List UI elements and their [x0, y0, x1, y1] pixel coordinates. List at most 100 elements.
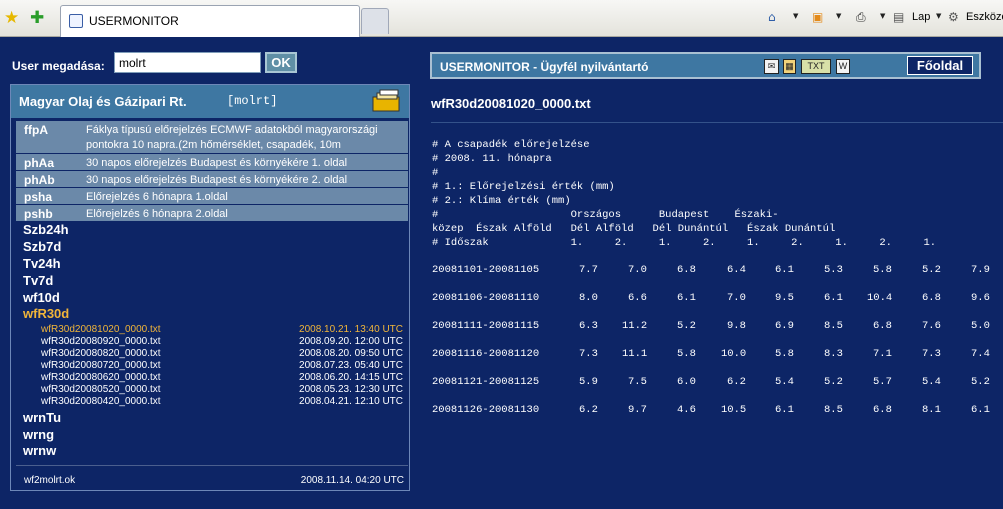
file-row[interactable]: wfR30d20080520_0000.txt 2008.05.23. 12:30…	[41, 384, 403, 396]
chevron-down-icon[interactable]: ▼	[793, 12, 798, 20]
service-item-phAb[interactable]: phAb 30 napos előrejelzés Budapest és kö…	[16, 171, 408, 187]
file-date: 2008.09.20. 12:00 UTC	[299, 336, 403, 347]
file-date: 2008.07.23. 05:40 UTC	[299, 360, 403, 371]
report-line: # 1.: Előrejelzési érték (mm)	[432, 181, 615, 193]
value-cell: 6.8	[873, 404, 892, 416]
file-row[interactable]: wfR30d20080720_0000.txt 2008.07.23. 05:40…	[41, 360, 403, 372]
value-cell: 8.0	[579, 292, 598, 304]
value-cell: 5.4	[922, 376, 941, 388]
file-row[interactable]: wfR30d20080620_0000.txt 2008.06.20. 14:15…	[41, 372, 403, 384]
service-item[interactable]: wrnw	[23, 443, 56, 458]
service-code: phAb	[24, 173, 55, 187]
footer-date: 2008.11.14. 04:20 UTC	[300, 475, 404, 486]
table-row: 20081116-20081120 7.3 11.1 5.8 10.0 5.8 …	[432, 348, 1003, 362]
report-line: #	[432, 167, 439, 179]
file-date: 2008.04.21. 12:10 UTC	[299, 396, 403, 407]
browser-tab[interactable]: USERMONITOR	[60, 5, 360, 37]
value-cell: 5.9	[579, 376, 598, 388]
mail-icon[interactable]: ✉	[764, 59, 779, 74]
chevron-down-icon[interactable]: ▼	[880, 12, 885, 20]
value-cell: 7.5	[628, 376, 647, 388]
print-icon[interactable]: ⎙	[856, 10, 866, 25]
value-cell: 7.3	[579, 348, 598, 360]
chevron-down-icon[interactable]: ▼	[836, 12, 841, 20]
chevron-down-icon[interactable]: ▼	[936, 12, 941, 20]
document-icon[interactable]: ▦	[783, 59, 796, 74]
home-button[interactable]: Főoldal	[907, 56, 973, 75]
value-cell: 6.1	[971, 404, 990, 416]
ok-button[interactable]: OK	[265, 52, 297, 73]
add-favorite-icon[interactable]: ✚	[30, 8, 44, 28]
service-item[interactable]: Szb24h	[23, 222, 69, 237]
service-desc: Előrejelzés 6 hónapra 2.oldal	[86, 208, 228, 220]
service-item-ffpA[interactable]: ffpA Fáklya típusú előrejelzés ECMWF ada…	[16, 121, 408, 166]
browser-toolbar: ★ ✚ USERMONITOR ⌂ ▼ ▣ ▼ ⎙ ▼ ▤ Lap ▼ ⚙ Es…	[0, 0, 1003, 37]
feeds-icon[interactable]: ▣	[812, 10, 823, 24]
value-cell: 11.2	[622, 320, 648, 332]
user-input[interactable]	[114, 52, 261, 73]
folder-icon[interactable]	[371, 89, 401, 113]
file-name[interactable]: wfR30d20080820_0000.txt	[41, 348, 161, 359]
value-cell: 7.0	[628, 264, 647, 276]
app-title: USERMONITOR - Ügyfél nyilvántartó	[440, 60, 649, 74]
value-cell: 7.6	[922, 320, 941, 332]
page-menu-icon[interactable]: ▤	[893, 10, 904, 24]
value-cell: 4.6	[677, 404, 696, 416]
file-name[interactable]: wfR30d20081020_0000.txt	[41, 324, 161, 335]
value-cell: 9.7	[628, 404, 647, 416]
app-title-bar: USERMONITOR - Ügyfél nyilvántartó ✉ ▦ TX…	[430, 52, 981, 79]
service-item[interactable]: Szb7d	[23, 239, 61, 254]
new-tab-button[interactable]	[361, 8, 389, 34]
service-item-selected[interactable]: wfR30d	[23, 306, 69, 321]
file-name[interactable]: wfR30d20080620_0000.txt	[41, 372, 161, 383]
period-cell: 20081116-20081120	[432, 348, 540, 360]
footer-code: wf2molrt.ok	[24, 475, 76, 486]
service-item[interactable]: wf10d	[23, 290, 60, 305]
page-menu-label[interactable]: Lap	[912, 11, 930, 23]
value-cell: 8.5	[824, 320, 843, 332]
service-item[interactable]: Tv24h	[23, 256, 61, 271]
period-cell: 20081111-20081115	[432, 320, 540, 332]
file-name[interactable]: wfR30d20080420_0000.txt	[41, 396, 161, 407]
file-date: 2008.06.20. 14:15 UTC	[299, 372, 403, 383]
file-name[interactable]: wfR30d20080720_0000.txt	[41, 360, 161, 371]
service-item[interactable]: Tv7d	[23, 273, 53, 288]
word-icon[interactable]: W	[836, 59, 850, 74]
service-item-psha[interactable]: psha Előrejelzés 6 hónapra 1.oldal	[16, 188, 408, 204]
value-cell: 6.0	[677, 376, 696, 388]
value-cell: 9.6	[971, 292, 990, 304]
table-row: 20081126-20081130 6.2 9.7 4.6 10.5 6.1 8…	[432, 404, 1003, 418]
service-item-pshb[interactable]: pshb Előrejelzés 6 hónapra 2.oldal	[16, 205, 408, 221]
value-cell: 9.5	[775, 292, 794, 304]
value-cell: 6.4	[727, 264, 746, 276]
file-name[interactable]: wfR30d20080920_0000.txt	[41, 336, 161, 347]
file-row[interactable]: wfR30d20080820_0000.txt 2008.08.20. 09:50…	[41, 348, 403, 360]
home-icon[interactable]: ⌂	[768, 10, 776, 24]
file-row[interactable]: wfR30d20080420_0000.txt 2008.04.21. 12:10…	[41, 396, 403, 408]
service-item-phAa[interactable]: phAa 30 napos előrejelzés Budapest és kö…	[16, 154, 408, 170]
service-desc: Előrejelzés 6 hónapra 1.oldal	[86, 191, 228, 203]
value-cell: 6.1	[775, 404, 794, 416]
value-cell: 9.8	[727, 320, 746, 332]
value-cell: 7.9	[971, 264, 990, 276]
value-cell: 7.7	[579, 264, 598, 276]
report-line: # 2008. 11. hónapra	[432, 153, 552, 165]
service-item[interactable]: wrnTu	[23, 410, 61, 425]
txt-icon[interactable]: TXT	[801, 59, 831, 74]
favorites-star-icon[interactable]: ★	[4, 8, 19, 28]
file-row[interactable]: wfR30d20081020_0000.txt 2008.10.21. 13:40…	[41, 324, 403, 336]
company-header: Magyar Olaj és Gázipari Rt. [molrt]	[11, 85, 409, 118]
service-code: pshb	[24, 207, 53, 221]
value-cell: 6.8	[677, 264, 696, 276]
report-line: # Országos Budapest Északi-	[432, 209, 779, 221]
tab-title: USERMONITOR	[89, 14, 179, 28]
value-cell: 6.8	[922, 292, 941, 304]
file-name[interactable]: wfR30d20080520_0000.txt	[41, 384, 161, 395]
tools-menu-label[interactable]: Eszközö	[966, 11, 1003, 23]
file-row[interactable]: wfR30d20080920_0000.txt 2008.09.20. 12:00…	[41, 336, 403, 348]
value-cell: 5.3	[824, 264, 843, 276]
service-item[interactable]: wrng	[23, 427, 54, 442]
report-line: # A csapadék előrejelzése	[432, 139, 590, 151]
gear-icon[interactable]: ⚙	[948, 10, 959, 24]
value-cell: 10.5	[721, 404, 747, 416]
